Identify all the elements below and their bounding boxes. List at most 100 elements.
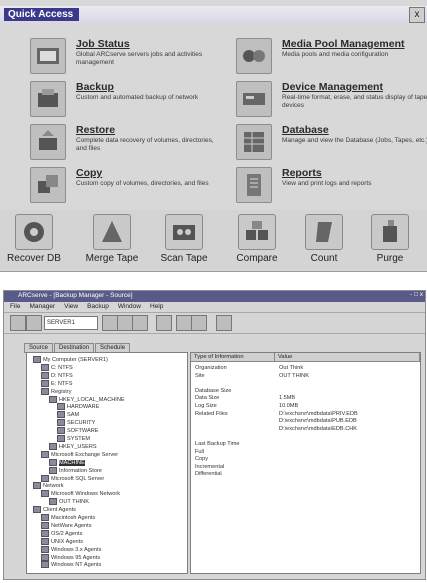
tree-node[interactable]: Microsoft Exchange Server	[41, 450, 118, 458]
tree-node[interactable]: Windows 95 Agents	[41, 553, 101, 561]
copy-icon[interactable]	[30, 167, 66, 203]
tree-node-label: Microsoft SQL Server	[51, 475, 105, 482]
tree-node[interactable]: Macintosh Agents	[41, 514, 95, 521]
home-icon[interactable]	[10, 315, 26, 331]
tree-node[interactable]: C: NTFS	[41, 363, 73, 371]
schedule-icon[interactable]	[191, 315, 207, 331]
button-label: Recover DB	[7, 253, 61, 264]
tree-node-label: Network	[43, 483, 64, 490]
menu-file[interactable]: File	[10, 303, 20, 310]
tree-node[interactable]: HKEY_USERS	[49, 442, 97, 450]
tree-node[interactable]: E: NTFS	[41, 379, 73, 387]
tree-node[interactable]: SOFTWARE	[57, 427, 99, 435]
folder-icon	[41, 521, 49, 529]
tree-node[interactable]: HKEY_LOCAL_MACHINE	[49, 395, 125, 403]
menu-backup[interactable]: Backup	[87, 303, 109, 310]
tree-node[interactable]: OUT THINK	[49, 498, 89, 506]
quick-access-item-title[interactable]: Device Management	[282, 81, 383, 93]
tree-node[interactable]: UNIX Agents	[41, 537, 83, 545]
tree-node[interactable]: Information Store	[49, 466, 102, 474]
restore-tool-icon[interactable]	[117, 315, 133, 331]
quick-access-item-title[interactable]: Copy	[76, 167, 102, 179]
quick-access-item-copy[interactable]: Copy Custom copy of volumes, directories,…	[30, 167, 220, 213]
tree-node[interactable]: SECURITY	[57, 419, 96, 427]
tree-node[interactable]: Registry	[41, 387, 72, 395]
property-value: D:\exchsrvr\mdbdata\PUB.EDB	[279, 418, 357, 425]
restore-icon[interactable]	[30, 124, 66, 160]
quick-access-item-description: Manage and view the Database (Jobs, Tape…	[282, 137, 427, 144]
backup-tool-icon[interactable]	[102, 315, 118, 331]
reports-icon[interactable]	[236, 167, 272, 203]
close-icon[interactable]: x	[409, 7, 425, 23]
quick-access-item-title[interactable]: Backup	[76, 81, 114, 93]
tree-node-label: SECURITY	[67, 420, 96, 427]
folder-icon	[41, 514, 49, 521]
copy-tool-icon[interactable]	[132, 315, 148, 331]
menu-view[interactable]: View	[64, 303, 78, 310]
merge-tape-button[interactable]: Merge Tape	[80, 214, 144, 270]
tree-node-label: OUT THINK	[59, 499, 89, 506]
compare-button[interactable]: Compare	[225, 214, 289, 270]
quick-access-item-media-pool-management[interactable]: Media Pool Management Media pools and med…	[236, 38, 426, 84]
folder-icon	[49, 458, 57, 466]
window-controls[interactable]: - □ x	[410, 291, 423, 298]
folder-icon	[41, 387, 49, 395]
folder-icon	[41, 474, 49, 482]
tree-node[interactable]: Windows 3.x Agents	[41, 545, 101, 553]
quick-access-item-description: Custom copy of volumes, directories, and…	[76, 180, 209, 187]
property-name: Log Size	[195, 403, 217, 409]
quick-access-item-backup[interactable]: Backup Custom and automated backup of net…	[30, 81, 220, 127]
tree-node[interactable]: Microsoft Windows Network	[41, 490, 120, 498]
column-header-type[interactable]: Type of Information	[191, 353, 275, 362]
tree-node[interactable]: D: NTFS	[41, 371, 73, 379]
tree-node[interactable]: Client Agents	[33, 506, 76, 514]
quick-access-item-description: Global ARCserve servers jobs and activit…	[76, 51, 203, 66]
property-name: Incremental	[195, 463, 225, 470]
count-button[interactable]: Count	[292, 214, 356, 270]
quick-access-item-title[interactable]: Media Pool Management	[282, 38, 405, 50]
quick-access-item-title[interactable]: Job Status	[76, 38, 130, 50]
menu-help[interactable]: Help	[150, 303, 163, 310]
quick-access-item-title[interactable]: Reports	[282, 167, 322, 179]
quick-access-item-restore[interactable]: Restore Complete data recovery of volumes…	[30, 124, 220, 170]
filter-icon[interactable]	[176, 315, 192, 331]
quick-access-item-reports[interactable]: Reports View and print logs and reports	[236, 167, 426, 213]
menu-manager[interactable]: Manager	[29, 303, 55, 310]
scan-tape-button[interactable]: Scan Tape	[152, 214, 216, 270]
tree-node[interactable]: NetWare Agents	[41, 521, 92, 529]
options-icon[interactable]	[156, 315, 172, 331]
tree-node[interactable]: MACHINE	[49, 458, 85, 466]
source-tree[interactable]: My Computer (SERVER1) C: NTFS D: NTFS E: NT…	[26, 352, 188, 574]
menu-window[interactable]: Window	[118, 303, 141, 310]
quick-access-item-title[interactable]: Restore	[76, 124, 115, 136]
folder-icon	[41, 363, 49, 371]
tree-node[interactable]: SYSTEM	[57, 435, 90, 442]
tree-node[interactable]: SAM	[57, 411, 79, 419]
recover-db-button[interactable]: Recover DB	[2, 214, 66, 270]
tree-node[interactable]: Network	[33, 482, 64, 490]
tree-node[interactable]: My Computer (SERVER1)	[33, 356, 108, 363]
start-icon[interactable]	[216, 315, 232, 331]
tree-node-label: Windows 95 Agents	[51, 554, 101, 561]
property-name: Organization	[195, 365, 227, 371]
tree-node[interactable]: Microsoft SQL Server	[41, 474, 105, 482]
tree-node-label: E: NTFS	[51, 380, 73, 387]
quick-access-item-database[interactable]: Database Manage and view the Database (Jo…	[236, 124, 427, 170]
quick-access-item-device-management[interactable]: Device Management Real-time format, erase…	[236, 81, 427, 127]
device-icon[interactable]	[236, 81, 272, 117]
folder-icon	[33, 356, 41, 363]
job-status-icon[interactable]	[30, 38, 66, 74]
server-field[interactable]: SERVER1	[44, 316, 98, 330]
backup-icon[interactable]	[30, 81, 66, 117]
tree-node[interactable]: Windows NT Agents	[41, 561, 101, 569]
quick-access-item-job-status[interactable]: Job Status Global ARCserve servers jobs a…	[30, 38, 220, 84]
tree-node[interactable]: HARDWARE	[57, 403, 99, 411]
database-icon[interactable]	[236, 124, 272, 160]
media-pool-icon[interactable]	[236, 38, 272, 74]
quick-access-item-title[interactable]: Database	[282, 124, 329, 136]
tree-node-label: Macintosh Agents	[51, 514, 96, 521]
tree-node[interactable]: OS/2 Agents	[41, 529, 82, 537]
server-icon[interactable]	[26, 315, 42, 331]
column-header-value[interactable]: Value	[275, 353, 420, 362]
purge-button[interactable]: Purge	[358, 214, 422, 270]
